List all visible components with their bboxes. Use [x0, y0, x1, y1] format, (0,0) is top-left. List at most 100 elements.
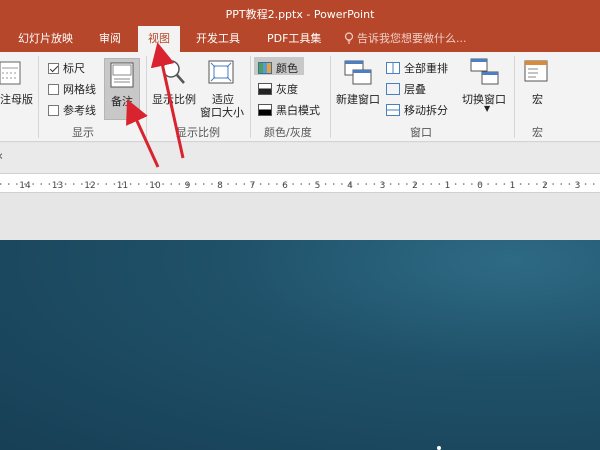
ruler-tick — [48, 183, 51, 185]
ruler-tick — [162, 183, 164, 185]
ruler-tick — [454, 183, 457, 185]
gridlines-checkbox[interactable]: 网格线 — [48, 81, 96, 97]
grayscale-button[interactable]: 灰度 — [258, 81, 298, 97]
move-split-button[interactable]: 移动拆分 — [386, 102, 448, 118]
group-separator — [514, 56, 515, 138]
group-separator — [250, 56, 251, 138]
color-label: 颜色 — [276, 62, 298, 75]
checkbox-icon — [48, 84, 59, 95]
ruler-tick — [178, 183, 181, 185]
tab-slide-show[interactable]: 幻灯片放映 — [18, 26, 73, 52]
ruler-tick — [105, 183, 108, 185]
ruler-tick — [202, 183, 205, 185]
dropdown-arrow-icon[interactable]: ▼ — [484, 104, 490, 113]
new-window-button[interactable]: 新建窗口 — [336, 91, 380, 107]
guides-checkbox[interactable]: 参考线 — [48, 102, 96, 118]
workspace-gray-area — [0, 193, 600, 240]
ruler-tick — [552, 183, 554, 185]
ruler-tick — [422, 183, 424, 185]
ruler-tick — [219, 183, 221, 185]
tab-view[interactable]: 视图 — [138, 26, 180, 52]
window-group-label: 窗口 — [410, 126, 432, 139]
move-split-label: 移动拆分 — [404, 104, 448, 117]
ruler-tick — [487, 183, 489, 185]
ruler-tick — [72, 183, 75, 185]
new-window-icon — [344, 60, 372, 89]
ruler-tick — [527, 183, 530, 185]
ruler-tick — [24, 183, 26, 185]
tell-me-search[interactable]: 告诉我您想要做什么... — [344, 26, 467, 52]
black-white-button[interactable]: 黑白模式 — [258, 102, 320, 118]
ruler-tick — [276, 183, 278, 185]
tab-review[interactable]: 审阅 — [99, 26, 121, 52]
cascade-icon — [386, 83, 400, 95]
ribbon-panel: 注母版 标尺 网格线 参考线 备注 显示 显示比例 适应 窗口大小 显示比例 颜… — [0, 52, 600, 142]
ruler-tick — [64, 183, 67, 185]
ruler-label: 12 — [84, 181, 95, 191]
show-group-label: 显示 — [72, 126, 94, 139]
slide-canvas[interactable] — [0, 240, 600, 450]
notes-master-button[interactable]: 注母版 — [0, 91, 33, 107]
black-white-swatch-icon — [258, 104, 272, 116]
ruler-tick — [536, 183, 538, 185]
color-button[interactable]: 颜色 — [258, 60, 298, 76]
ruler-tick — [495, 183, 498, 185]
arrange-all-button[interactable]: 全部重排 — [386, 60, 448, 76]
ruler-tick — [462, 183, 465, 185]
ruler-tick — [56, 183, 59, 185]
ruler-tick — [479, 183, 481, 185]
quick-toolbar-strip: ‹ — [0, 143, 600, 173]
ruler-tick — [81, 183, 83, 185]
switch-window-icon — [470, 58, 500, 89]
arrange-all-icon — [386, 62, 400, 74]
color-group-label: 颜色/灰度 — [264, 126, 312, 139]
ruler-ticks: 141312111098765432101234 — [0, 181, 595, 191]
notes-button[interactable]: 备注 — [104, 58, 140, 120]
lightbulb-icon — [344, 32, 354, 44]
ruler-label: 13 — [52, 181, 63, 191]
tab-developer[interactable]: 开发工具 — [196, 26, 240, 52]
ruler-tick — [324, 183, 327, 185]
ruler-tick — [89, 183, 91, 185]
collapse-icon[interactable]: ‹ — [0, 149, 3, 164]
tab-pdf-tools[interactable]: PDF工具集 — [267, 26, 321, 52]
title-bar: PPT教程2.pptx - PowerPoint — [0, 0, 600, 26]
ruler-tick — [113, 183, 116, 185]
master-view-icon — [0, 60, 22, 89]
ruler-label: 14 — [19, 181, 31, 191]
ruler-tick — [7, 183, 10, 185]
macro-button[interactable]: 宏 — [532, 91, 543, 107]
ruler-tick — [373, 183, 376, 185]
group-separator — [330, 56, 331, 138]
ruler-tick — [349, 183, 351, 185]
zoom-icon — [160, 58, 186, 89]
ruler-tick — [267, 183, 270, 185]
ruler-tick — [129, 183, 132, 185]
fit-window-label-2[interactable]: 窗口大小 — [200, 104, 244, 120]
cascade-button[interactable]: 层叠 — [386, 81, 426, 97]
arrange-all-label: 全部重排 — [404, 62, 448, 75]
cascade-label: 层叠 — [404, 83, 426, 96]
ruler-tick — [471, 183, 473, 185]
ruler-label: 5 — [315, 181, 321, 191]
checkbox-checked-icon — [48, 63, 59, 74]
guides-label: 参考线 — [63, 104, 96, 117]
ruler-tick — [121, 183, 124, 185]
ruler-tick — [146, 183, 148, 185]
ruler-tick — [544, 183, 546, 185]
ruler-tick — [40, 183, 43, 185]
zoom-button[interactable]: 显示比例 — [152, 91, 196, 107]
ruler-tick — [251, 183, 254, 185]
ruler-tick — [194, 183, 197, 185]
ruler-tick — [0, 183, 2, 185]
ruler-label: 4 — [347, 181, 353, 191]
ruler-label: 10 — [149, 181, 161, 191]
ruler-checkbox[interactable]: 标尺 — [48, 60, 85, 76]
tell-me-text: 告诉我您想要做什么... — [357, 32, 467, 45]
macro-group-label: 宏 — [532, 126, 543, 139]
ruler-tick — [365, 183, 368, 185]
ruler-label: 标尺 — [63, 62, 85, 75]
ruler-tick — [576, 183, 579, 185]
move-split-icon — [386, 104, 400, 116]
gridlines-label: 网格线 — [63, 83, 96, 96]
